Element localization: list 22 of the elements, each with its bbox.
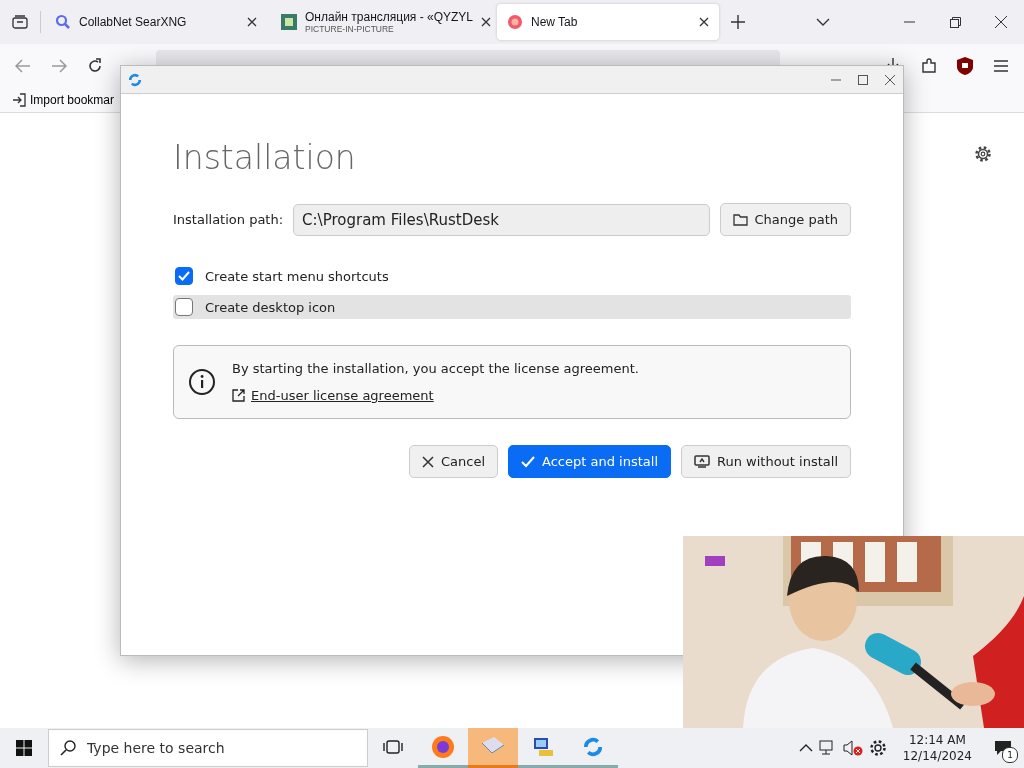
notifications-button[interactable]: 1 <box>988 733 1018 763</box>
license-link[interactable]: End-user license agreement <box>232 388 639 403</box>
bookmark-item[interactable]: Import bookmar <box>30 93 115 107</box>
installer-title: Installation <box>173 138 357 177</box>
option-row[interactable]: Create desktop icon <box>173 295 851 319</box>
clock-date: 12/14/2024 <box>902 748 972 764</box>
browser-tab[interactable]: New Tab <box>497 4 719 40</box>
option-label: Create desktop icon <box>205 299 336 315</box>
browser-tab[interactable]: Онлайн трансляция - «QYZYL PICTURE-IN-PICTURE <box>271 4 493 40</box>
path-label: Installation path: <box>173 212 284 227</box>
browser-tab[interactable]: CollabNet SearXNG <box>45 4 267 40</box>
cancel-button[interactable]: Cancel <box>409 445 499 478</box>
clock-time: 12:14 AM <box>908 732 966 748</box>
run-button[interactable]: Run without install <box>681 445 851 478</box>
notification-count: 1 <box>1002 747 1018 763</box>
notice-text: By starting the installation, you accept the license agreement. <box>232 361 639 376</box>
taskbar-search-field[interactable]: Type here to search <box>48 729 368 767</box>
path-field[interactable]: C:\Program Files\RustDesk <box>293 203 710 236</box>
change-path-button[interactable]: Change path <box>719 203 851 236</box>
option-label: Create start menu shortcuts <box>205 268 389 284</box>
primary-button[interactable]: Accept and install <box>508 445 671 478</box>
option-row[interactable]: Create start menu shortcuts <box>173 264 851 288</box>
